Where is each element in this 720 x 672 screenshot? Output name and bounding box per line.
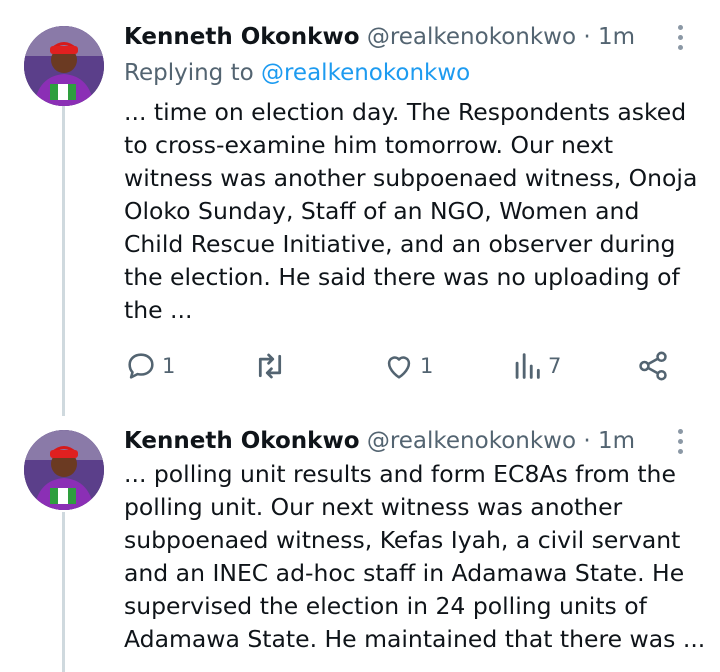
tweet-text: ... time on election day. The Respondent… — [124, 98, 698, 324]
retweet-button[interactable] — [252, 346, 292, 386]
avatar[interactable] — [24, 430, 104, 510]
tweet-header: Kenneth Okonkwo @realkenokonkwo · 1m — [124, 426, 635, 456]
author-handle[interactable]: @realkenokonkwo — [367, 24, 576, 50]
timestamp[interactable]: 1m — [598, 428, 635, 454]
reply-count: 1 — [162, 354, 176, 378]
like-icon — [382, 349, 416, 383]
timestamp[interactable]: 1m — [598, 24, 635, 50]
share-button[interactable] — [636, 346, 670, 386]
share-icon — [636, 349, 670, 383]
replying-to-label: Replying to — [124, 60, 254, 86]
views-button[interactable]: 7 — [510, 346, 561, 386]
replying-to: Replying to @realkenokonkwo — [124, 58, 470, 88]
author-handle[interactable]: @realkenokonkwo — [367, 428, 576, 454]
like-button[interactable]: 1 — [382, 346, 433, 386]
separator: · — [583, 428, 591, 454]
more-icon[interactable] — [668, 424, 692, 458]
replying-to-handle[interactable]: @realkenokonkwo — [261, 60, 470, 86]
reply-icon — [124, 349, 158, 383]
views-count: 7 — [548, 354, 562, 378]
retweet-icon — [252, 349, 288, 383]
reply-button[interactable]: 1 — [124, 346, 175, 386]
tweet[interactable]: Kenneth Okonkwo @realkenokonkwo · 1m Rep… — [0, 0, 720, 410]
author-name[interactable]: Kenneth Okonkwo — [124, 24, 360, 50]
avatar[interactable] — [24, 26, 104, 106]
views-icon — [510, 349, 544, 383]
separator: · — [583, 24, 591, 50]
tweet-text: ... polling unit results and form EC8As … — [124, 460, 706, 653]
like-count: 1 — [420, 354, 434, 378]
tweet[interactable]: Kenneth Okonkwo @realkenokonkwo · 1m ...… — [0, 410, 720, 672]
tweet-header: Kenneth Okonkwo @realkenokonkwo · 1m — [124, 22, 635, 52]
more-icon[interactable] — [668, 20, 692, 54]
author-name[interactable]: Kenneth Okonkwo — [124, 428, 360, 454]
